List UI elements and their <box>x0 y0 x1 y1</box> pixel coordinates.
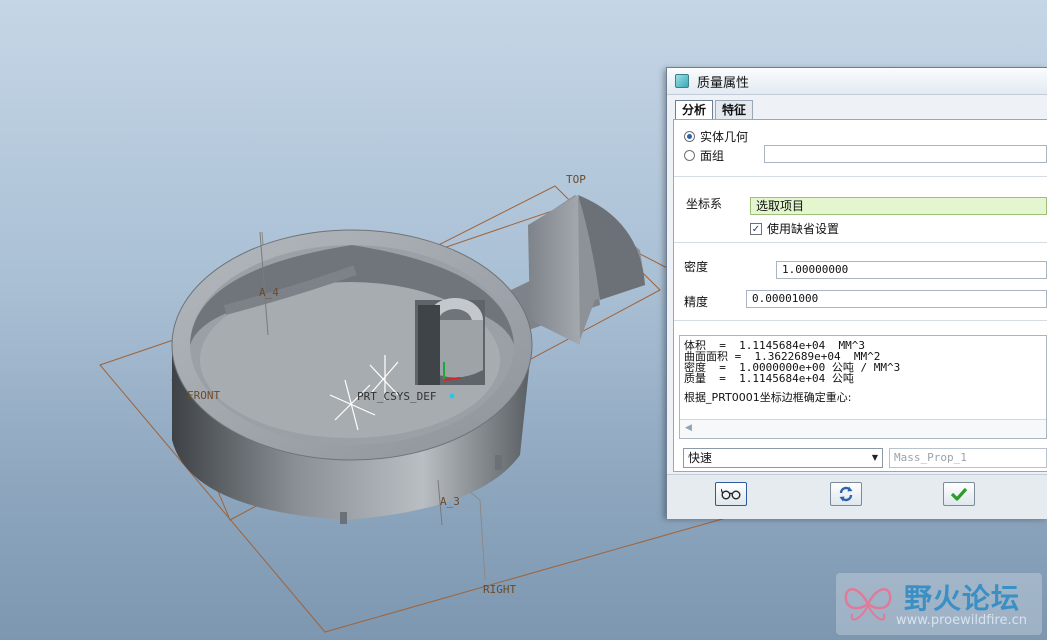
tab-analysis[interactable]: 分析 <box>675 100 714 121</box>
dialog-tabs: 分析 特征 <box>675 100 755 121</box>
result-note: 根据_PRT0001坐标边框确定重心: <box>684 391 852 404</box>
dialog-button-bar <box>667 474 1047 519</box>
watermark-title: 野火论坛 <box>904 582 1021 615</box>
datum-label-front[interactable]: FRONT <box>187 389 220 402</box>
accuracy-field[interactable]: 0.00001000 <box>746 290 1047 308</box>
dropdown-arrow-icon: ▼ <box>871 453 878 462</box>
density-field[interactable]: 1.00000000 <box>776 261 1047 279</box>
csys-label[interactable]: PRT_CSYS_DEF <box>357 390 436 403</box>
separator <box>674 242 1047 243</box>
dialog-app-icon <box>675 74 689 88</box>
density-label: 密度 <box>684 260 709 274</box>
quilt-field[interactable] <box>764 145 1047 163</box>
datum-label-top[interactable]: TOP <box>566 173 586 186</box>
accuracy-label: 精度 <box>684 295 709 309</box>
results-area[interactable]: 体积 = 1.1145684e+04 MM^3 曲面面积 = 1.3622689… <box>679 335 1047 439</box>
butterfly-logo-icon <box>844 588 892 621</box>
result-mass: 质量 = 1.1145684e+04 公吨 <box>684 372 854 385</box>
ok-button[interactable] <box>943 482 975 506</box>
part-body <box>171 229 533 524</box>
mass-properties-dialog: 质量属性 分析 特征 实体几何 面组 坐标系 选取项目 ✓ 使用缺省设置 密度 … <box>666 67 1047 519</box>
radio-quilt-label: 面组 <box>700 149 725 163</box>
radio-unselected-icon <box>684 150 695 161</box>
datum-label-right[interactable]: RIGHT <box>483 583 516 596</box>
coord-system-field[interactable]: 选取项目 <box>750 197 1047 215</box>
radio-solid-geometry[interactable]: 实体几何 <box>684 128 748 145</box>
refresh-button[interactable] <box>830 482 862 506</box>
use-default-label: 使用缺省设置 <box>767 222 840 236</box>
preview-button[interactable] <box>715 482 747 506</box>
dialog-titlebar[interactable]: 质量属性 <box>667 68 1047 95</box>
tab-feature[interactable]: 特征 <box>715 100 754 120</box>
datum-label-a4[interactable]: A_4 <box>259 286 279 299</box>
glasses-icon <box>721 488 741 500</box>
results-horizontal-scrollbar[interactable]: ◀ <box>680 419 1046 438</box>
use-default-checkbox[interactable]: ✓ 使用缺省设置 <box>750 220 839 237</box>
radio-quilt[interactable]: 面组 <box>684 147 724 164</box>
forum-watermark: 野火论坛 www.proewildfire.cn <box>836 573 1042 635</box>
checkmark-icon: ✓ <box>750 222 762 235</box>
mode-select[interactable]: 快速 ▼ <box>683 448 883 468</box>
mode-select-value: 快速 <box>688 451 713 465</box>
checkmark-icon <box>950 487 968 501</box>
refresh-icon <box>839 486 853 502</box>
dialog-title: 质量属性 <box>697 75 750 91</box>
watermark-url: www.proewildfire.cn <box>896 613 1027 628</box>
coord-system-label: 坐标系 <box>686 197 723 211</box>
separator <box>674 320 1047 321</box>
analysis-name-field[interactable]: Mass_Prop_1 <box>889 448 1047 468</box>
scroll-left-arrow-icon[interactable]: ◀ <box>685 423 692 433</box>
radio-solid-geometry-label: 实体几何 <box>700 130 749 144</box>
radio-selected-icon <box>684 131 695 142</box>
separator <box>674 176 1047 177</box>
datum-label-a3[interactable]: A_3 <box>440 495 460 508</box>
